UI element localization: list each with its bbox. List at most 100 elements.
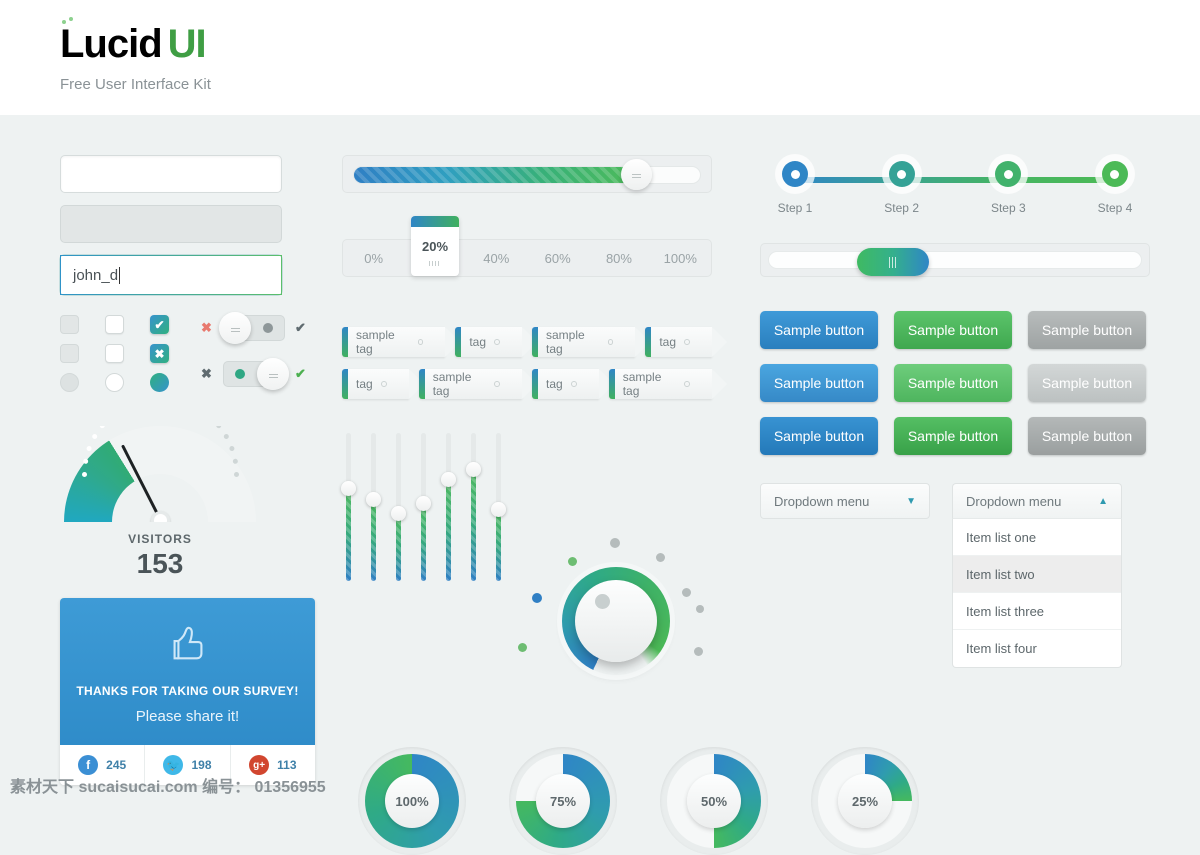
- step-2[interactable]: Step 2: [867, 155, 937, 215]
- percent-option-5[interactable]: 100%: [650, 240, 711, 276]
- cross-icon-inactive: ✖: [201, 366, 212, 381]
- radio-unselected[interactable]: [105, 373, 124, 392]
- step-1[interactable]: Step 1: [760, 155, 830, 215]
- step-label: Step 4: [1097, 201, 1133, 215]
- gauge-dial: [64, 426, 256, 522]
- sample-button-green[interactable]: Sample button: [894, 311, 1012, 349]
- decoration-dot: [518, 643, 527, 652]
- tag-hole-icon: [684, 339, 690, 345]
- scrollbar[interactable]: [760, 243, 1150, 277]
- equalizer-handle[interactable]: [366, 491, 381, 507]
- equalizer-handle[interactable]: [491, 501, 506, 517]
- chevron-down-icon: ▼: [906, 495, 916, 507]
- scrollbar-handle[interactable]: [857, 248, 929, 276]
- toggle-handle[interactable]: [257, 358, 289, 390]
- tag-item[interactable]: sample tag: [608, 369, 728, 399]
- dropdown-open-header[interactable]: Dropdown menu ▲: [952, 483, 1122, 519]
- equalizer-handle[interactable]: [441, 472, 456, 488]
- horizontal-slider[interactable]: [342, 155, 712, 193]
- toggle-switch-group: ✖ ✔ ✖ ✔: [201, 312, 307, 392]
- button-row-1: Sample button Sample button Sample butto…: [760, 311, 1150, 349]
- equalizer-handle[interactable]: [466, 462, 481, 477]
- percent-option-4[interactable]: 80%: [588, 240, 649, 276]
- equalizer-slider[interactable]: [416, 433, 431, 581]
- circular-progress: 100%: [358, 747, 466, 855]
- tag-item[interactable]: sample tag: [532, 327, 651, 357]
- dropdown-item-four[interactable]: Item list four: [953, 630, 1121, 667]
- radio-selected[interactable]: [150, 373, 169, 392]
- percent-card-accent: [411, 216, 459, 227]
- dropdown-item-three[interactable]: Item list three: [953, 593, 1121, 630]
- dropdown-item-two[interactable]: Item list two: [953, 556, 1121, 593]
- dropdown-closed[interactable]: Dropdown menu ▼: [760, 483, 930, 668]
- progress-value: 50%: [687, 774, 741, 828]
- step-dot-icon: [888, 161, 915, 187]
- step-dot-icon: [782, 161, 808, 187]
- dropdown-item-one[interactable]: Item list one: [953, 519, 1121, 556]
- equalizer-fill: [396, 514, 401, 581]
- sample-button-green-hover[interactable]: Sample button: [894, 364, 1012, 402]
- percent-selected-card[interactable]: 20%: [411, 216, 459, 276]
- sample-button-gray-active[interactable]: Sample button: [1028, 417, 1146, 455]
- progress-value: 75%: [536, 774, 590, 828]
- percent-selector[interactable]: 0% 40% 60% 80% 100% 20%: [342, 216, 712, 277]
- slider-fill: [354, 167, 635, 183]
- percent-option-0[interactable]: 0%: [343, 240, 404, 276]
- equalizer-handle[interactable]: [341, 481, 356, 497]
- equalizer-slider[interactable]: [441, 433, 456, 581]
- tag-item[interactable]: sample tag: [418, 369, 538, 399]
- rotary-knob[interactable]: [562, 567, 670, 675]
- step-3[interactable]: Step 3: [973, 155, 1043, 215]
- checkbox-column-empty: [105, 315, 124, 392]
- logo-lucid-text: Lucid: [60, 17, 163, 66]
- dropdown-closed-header[interactable]: Dropdown menu ▼: [760, 483, 930, 519]
- gauge-tick: [228, 444, 235, 452]
- text-input-focused[interactable]: john_d: [60, 255, 282, 295]
- page-header: Lucid UI Free User Interface Kit: [0, 0, 1200, 115]
- toggle-handle[interactable]: [219, 312, 251, 344]
- equalizer-slider[interactable]: [491, 433, 506, 581]
- toggle-switch-on[interactable]: [223, 358, 289, 390]
- checkbox-checked[interactable]: ✔: [150, 315, 169, 334]
- tag-item[interactable]: tag: [342, 369, 424, 399]
- checkbox-column-disabled: [60, 315, 79, 392]
- tag-item[interactable]: tag: [532, 369, 614, 399]
- checkbox-unchecked-alt[interactable]: [105, 344, 124, 363]
- step-dot-icon: [1101, 161, 1128, 187]
- sample-button-gray-hover[interactable]: Sample button: [1028, 364, 1146, 402]
- tag-item[interactable]: tag: [645, 327, 727, 357]
- slider-handle[interactable]: [621, 159, 652, 190]
- scrollbar-track[interactable]: [768, 251, 1142, 269]
- tag-label: tag: [356, 377, 373, 391]
- equalizer-fill: [346, 489, 351, 581]
- equalizer-slider[interactable]: [466, 433, 481, 581]
- equalizer-slider[interactable]: [341, 433, 356, 581]
- equalizer-handle[interactable]: [391, 506, 406, 522]
- tagline: Free User Interface Kit: [60, 76, 211, 93]
- toggle-dot: [235, 369, 245, 379]
- button-row-2: Sample button Sample button Sample butto…: [760, 364, 1150, 402]
- percent-option-3[interactable]: 60%: [527, 240, 588, 276]
- equalizer-handle[interactable]: [416, 496, 431, 512]
- tag-item[interactable]: tag: [455, 327, 537, 357]
- knob-cap[interactable]: [575, 580, 657, 662]
- checkbox-unchecked[interactable]: [105, 315, 124, 334]
- gauge-label: VISITORS: [128, 532, 192, 546]
- checkbox-crossed[interactable]: ✖: [150, 344, 169, 363]
- toggle-switch-off[interactable]: [219, 312, 285, 344]
- sample-button-green-active[interactable]: Sample button: [894, 417, 1012, 455]
- step-4[interactable]: Step 4: [1080, 155, 1150, 215]
- sample-button-blue-hover[interactable]: Sample button: [760, 364, 878, 402]
- gauge-tick: [85, 444, 92, 452]
- dropdown-open[interactable]: Dropdown menu ▲ Item list one Item list …: [952, 483, 1122, 668]
- equalizer-slider[interactable]: [391, 433, 406, 581]
- sample-button-blue-active[interactable]: Sample button: [760, 417, 878, 455]
- sample-button-gray[interactable]: Sample button: [1028, 311, 1146, 349]
- twitter-icon: 🐦: [163, 755, 184, 775]
- survey-headline: THANKS FOR TAKING OUR SURVEY!: [76, 684, 299, 698]
- equalizer-slider[interactable]: [366, 433, 381, 581]
- sample-button-blue[interactable]: Sample button: [760, 311, 878, 349]
- percent-option-2[interactable]: 40%: [466, 240, 527, 276]
- text-input-default[interactable]: [60, 155, 282, 193]
- tag-item[interactable]: sample tag: [342, 327, 461, 357]
